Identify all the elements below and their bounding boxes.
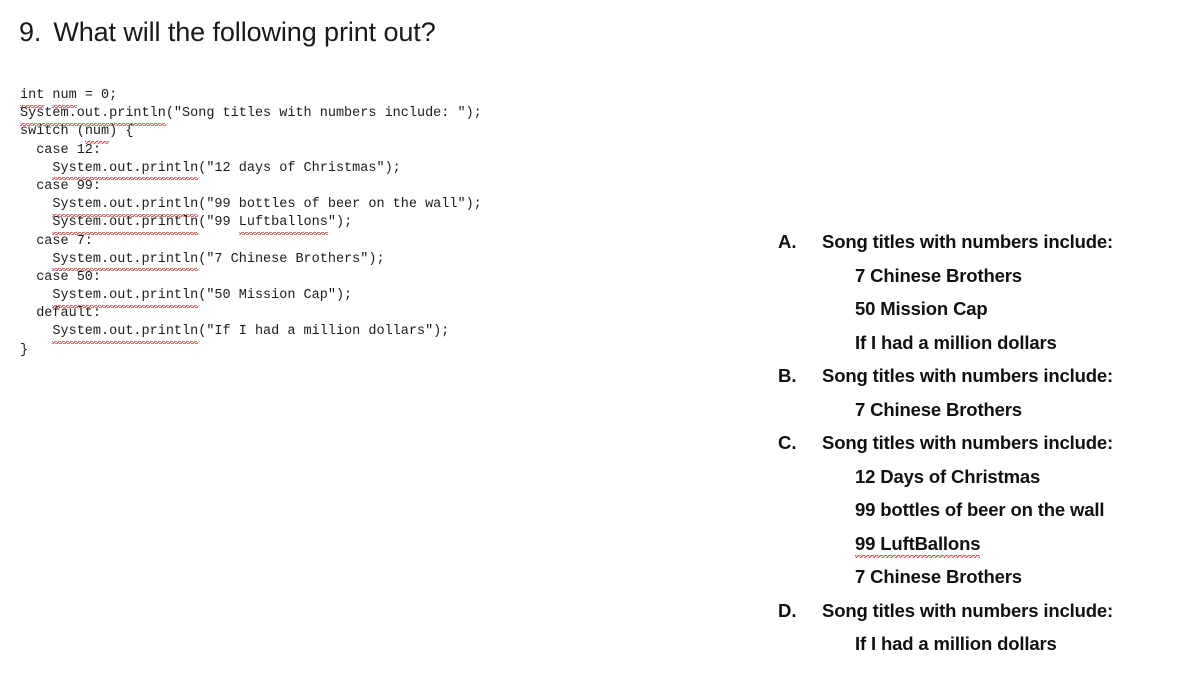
answer-option-sub-line: 50 Mission Cap [770, 298, 1190, 332]
code-token: ("99 bottles of beer on the wall"); [198, 197, 482, 213]
code-line: System.out.println("99 Luftballons"); [20, 214, 482, 236]
answer-text: If I had a million dollars [855, 633, 1057, 654]
answer-option-letter: C. [778, 432, 797, 453]
code-line: case 50: [20, 269, 482, 287]
answer-option-sub-line: 12 Days of Christmas [770, 466, 1190, 500]
code-token-misspelled: System.out.println [52, 160, 198, 181]
answer-option-header[interactable]: A. Song titles with numbers include: [770, 231, 1190, 265]
code-token: default: [36, 306, 102, 322]
answer-option[interactable]: B. Song titles with numbers include: 7 Chi… [770, 365, 1190, 432]
code-line: System.out.println("7 Chinese Brothers")… [20, 251, 482, 272]
answer-option-sub-line: 7 Chinese Brothers [770, 566, 1190, 600]
code-line: System.out.println("99 bottles of beer o… [20, 196, 482, 218]
answer-option[interactable]: A. Song titles with numbers include: 7 Chi… [770, 231, 1190, 365]
code-token: ("12 days of Christmas"); [198, 160, 401, 176]
answer-option-sub-line: 99 LuftBallons [770, 533, 1190, 567]
code-token: switch ( [20, 124, 85, 140]
answer-option-header[interactable]: C. Song titles with numbers include: [770, 432, 1190, 466]
code-token: case 50: [36, 269, 102, 285]
java-code-block: int num = 0; System.out.println("Song tit… [20, 87, 482, 360]
question-number: 9. [19, 17, 42, 47]
code-token-misspelled: System.out.println [52, 323, 198, 345]
answer-text: 99 bottles of beer on the wall [855, 499, 1105, 520]
answer-text: 7 Chinese Brothers [855, 398, 1022, 420]
answer-option-sub-line: 7 Chinese Brothers [770, 265, 1190, 299]
answer-option-first-line: Song titles with numbers include: [822, 599, 1114, 621]
code-token: ("50 Mission Cap"); [198, 288, 353, 304]
code-token: ("Song titles with numbers include: "); [165, 106, 482, 122]
code-line: System.out.println("Song titles with num… [20, 105, 482, 127]
page-title: 9. What will the following print out? [19, 17, 436, 48]
answer-option-sub-line: 7 Chinese Brothers [770, 399, 1190, 433]
answer-option-sub-line: If I had a million dollars [770, 332, 1190, 366]
code-token: ("7 Chinese Brothers"); [198, 251, 385, 267]
answer-text: 7 Chinese Brothers [855, 566, 1022, 587]
code-token-misspelled: System.out.println [20, 105, 166, 127]
code-token-misspelled: num [52, 87, 78, 108]
code-line: System.out.println("50 Mission Cap"); [20, 287, 482, 308]
code-line: switch (num) { [20, 123, 482, 145]
answer-options-list: A. Song titles with numbers include: 7 Chi… [770, 231, 1190, 667]
answer-option-header[interactable]: D. Song titles with numbers include: [770, 600, 1190, 634]
answer-option-first-line: Song titles with numbers include: [822, 365, 1114, 386]
code-token-misspelled: System.out.println [52, 287, 198, 308]
code-token-misspelled: System.out.println [52, 251, 198, 272]
code-line: int num = 0; [20, 87, 482, 108]
answer-option[interactable]: D. Song titles with numbers include: If I … [770, 600, 1190, 667]
code-token: ) { [109, 124, 134, 140]
code-line: case 7: [20, 233, 482, 251]
code-token: case 12: [36, 142, 102, 158]
code-token-misspelled: System.out.println [52, 214, 198, 236]
code-line: default: [20, 305, 482, 323]
answer-option-first-line: Song titles with numbers include: [822, 432, 1114, 453]
code-token: = 0; [76, 88, 118, 103]
answer-text: 50 Mission Cap [855, 298, 988, 319]
answer-option-header[interactable]: B. Song titles with numbers include: [770, 365, 1190, 399]
answer-text: If I had a million dollars [855, 331, 1057, 353]
answer-option[interactable]: C. Song titles with numbers include: 12 Da… [770, 432, 1190, 600]
code-token-misspelled: System.out.println [52, 196, 198, 218]
code-token: "); [327, 215, 353, 231]
answer-option-first-line: Song titles with numbers include: [822, 231, 1114, 252]
code-token-misspelled: int [20, 87, 45, 108]
code-token: case 99: [36, 178, 102, 194]
question-text: What will the following print out? [53, 17, 436, 47]
answer-text: 12 Days of Christmas [855, 465, 1041, 487]
answer-option-letter: A. [778, 231, 797, 252]
answer-option-sub-line: 99 bottles of beer on the wall [770, 499, 1190, 533]
answer-text-misspelled: 99 LuftBallons [855, 532, 981, 558]
code-token: } [20, 342, 29, 358]
answer-option-sub-line: If I had a million dollars [770, 633, 1190, 667]
code-line: case 99: [20, 178, 482, 196]
code-line: case 12: [20, 142, 482, 160]
code-line: } [20, 342, 482, 360]
code-token: ("If I had a million dollars"); [198, 324, 450, 340]
answer-text: 7 Chinese Brothers [855, 264, 1022, 286]
code-token-misspelled: num [84, 123, 110, 145]
answer-option-letter: B. [778, 365, 797, 386]
code-line: System.out.println("12 days of Christmas… [20, 160, 482, 181]
code-token-misspelled: Luftballons [238, 214, 329, 236]
code-token: case 7: [36, 233, 93, 249]
code-line: System.out.println("If I had a million d… [20, 323, 482, 345]
code-token: ("99 [198, 215, 239, 231]
answer-option-letter: D. [778, 599, 797, 621]
